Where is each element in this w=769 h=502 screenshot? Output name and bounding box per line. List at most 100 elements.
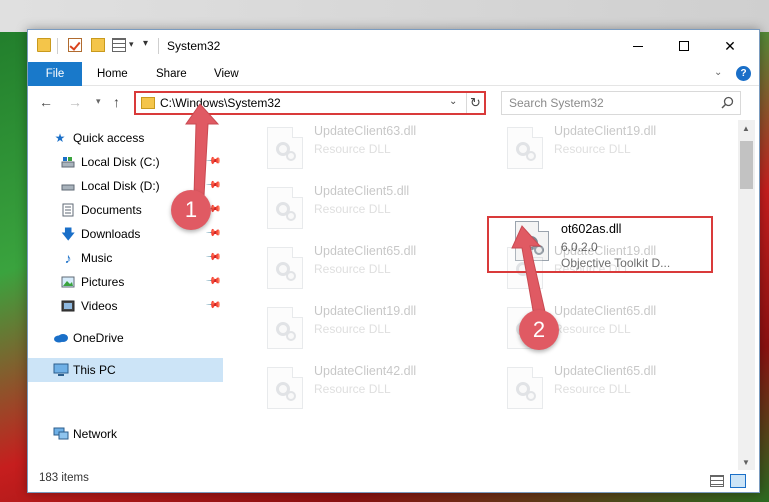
pin-icon[interactable]: 📌: [205, 249, 222, 266]
videos-icon: [61, 299, 75, 313]
large-icons-view-icon[interactable]: [730, 474, 746, 488]
refresh-icon[interactable]: ↻: [466, 93, 484, 113]
sidebar-item-label: This PC: [73, 363, 116, 377]
search-icon[interactable]: [721, 96, 734, 109]
forward-arrow-icon[interactable]: →: [68, 94, 82, 110]
file-name: UpdateClient65.dll: [554, 364, 657, 378]
divider: [57, 38, 58, 54]
selected-file-highlight: [487, 216, 713, 273]
expand-ribbon-icon[interactable]: ⌄: [714, 67, 722, 78]
file-item[interactable]: UpdateClient65.dll Resource DLL: [249, 240, 479, 296]
sidebar-item-label: Quick access: [73, 131, 145, 145]
search-input[interactable]: Search System32: [501, 91, 741, 115]
minimize-icon: [633, 45, 643, 47]
sidebar-item-label: Videos: [81, 299, 118, 313]
properties-check-icon[interactable]: [68, 38, 82, 52]
sidebar-item-pictures[interactable]: Pictures 📌: [28, 270, 223, 294]
sidebar-item-local-disk-c[interactable]: Local Disk (C:) 📌: [28, 150, 223, 174]
file-name: UpdateClient42.dll: [314, 364, 417, 378]
pin-icon[interactable]: 📌: [205, 177, 222, 194]
sidebar-item-music[interactable]: ♪ Music 📌: [28, 246, 223, 270]
back-arrow-icon[interactable]: ←: [39, 94, 53, 110]
step-callout-1: 1: [171, 190, 211, 230]
pin-icon[interactable]: 📌: [205, 225, 222, 242]
details-view-icon[interactable]: [710, 475, 724, 487]
status-bar: 183 items: [28, 470, 759, 492]
file-name: UpdateClient65.dll: [554, 304, 657, 318]
file-name: UpdateClient19.dll: [314, 304, 417, 318]
file-item[interactable]: UpdateClient19.dll Resource DLL: [489, 120, 719, 176]
dll-file-icon: [267, 247, 303, 289]
recent-locations-icon[interactable]: ▾: [96, 96, 101, 107]
new-folder-icon[interactable]: [91, 38, 105, 52]
file-description: Resource DLL: [314, 142, 391, 156]
sidebar-item-network[interactable]: Network: [28, 422, 223, 446]
dll-file-icon: [267, 127, 303, 169]
up-arrow-icon[interactable]: ↑: [113, 94, 120, 110]
pin-icon[interactable]: 📌: [205, 297, 222, 314]
chevron-down-icon[interactable]: ⌄: [449, 96, 457, 107]
file-explorer-window: ▾ ▾ System32 ✕ File Home Share View ⌄ ? …: [27, 29, 760, 493]
close-button[interactable]: ✕: [707, 30, 753, 62]
file-description: Resource DLL: [314, 202, 391, 216]
music-icon: ♪: [64, 250, 72, 266]
rename-icon[interactable]: [112, 38, 126, 52]
dll-file-icon: [507, 367, 543, 409]
sidebar-item-label: Local Disk (D:): [81, 179, 160, 193]
file-name: UpdateClient63.dll: [314, 124, 417, 138]
minimize-button[interactable]: [615, 30, 661, 62]
pin-icon[interactable]: 📌: [205, 273, 222, 290]
file-item[interactable]: UpdateClient65.dll Resource DLL: [489, 360, 719, 416]
file-view: UpdateClient63.dll Resource DLL UpdateCl…: [249, 120, 739, 470]
maximize-icon: [679, 41, 689, 51]
sidebar-item-label: Music: [81, 251, 113, 265]
file-description: Resource DLL: [554, 322, 631, 336]
file-description: Resource DLL: [554, 142, 631, 156]
chevron-down-icon[interactable]: ▾: [129, 39, 134, 50]
dll-file-icon: [267, 307, 303, 349]
file-description: Resource DLL: [314, 382, 391, 396]
file-description: Resource DLL: [314, 262, 391, 276]
sidebar-item-label: OneDrive: [73, 331, 124, 345]
sidebar-item-this-pc[interactable]: This PC: [28, 358, 223, 382]
file-item[interactable]: UpdateClient42.dll Resource DLL: [249, 360, 479, 416]
tab-home[interactable]: Home: [97, 62, 128, 86]
star-icon: ★: [54, 131, 66, 145]
window-title: System32: [167, 39, 221, 53]
address-bar[interactable]: C:\Windows\System32 ⌄ ↻: [134, 91, 486, 115]
sidebar-item-videos[interactable]: Videos 📌: [28, 294, 223, 318]
pictures-icon: [61, 275, 75, 289]
file-name: UpdateClient5.dll: [314, 184, 410, 198]
sidebar-item-quick-access[interactable]: ★ Quick access: [28, 126, 223, 150]
sidebar-item-label: Network: [73, 427, 118, 441]
maximize-button[interactable]: [661, 30, 707, 62]
drive-icon: [61, 155, 75, 169]
title-bar: ▾ ▾ System32 ✕: [28, 30, 759, 62]
file-description: Resource DLL: [554, 382, 631, 396]
tab-share[interactable]: Share: [156, 62, 187, 86]
scroll-down-icon[interactable]: ▼: [742, 458, 750, 467]
dll-file-icon: [267, 187, 303, 229]
step-callout-2: 2: [519, 310, 559, 350]
network-icon: [53, 427, 69, 441]
address-path[interactable]: C:\Windows\System32: [160, 96, 281, 110]
sidebar-item-label: Downloads: [81, 227, 141, 241]
vertical-scrollbar[interactable]: ▲ ▼: [738, 120, 755, 470]
ribbon-tabs: File Home Share View ⌄ ?: [28, 62, 759, 86]
file-item[interactable]: UpdateClient19.dll Resource DLL: [249, 300, 479, 356]
pin-icon[interactable]: 📌: [205, 153, 222, 170]
cloud-icon: [53, 331, 68, 345]
tab-view[interactable]: View: [214, 62, 239, 86]
folder-icon: [37, 38, 51, 52]
tab-file[interactable]: File: [28, 62, 82, 86]
download-icon: 🡇: [61, 226, 76, 242]
help-icon[interactable]: ?: [736, 66, 751, 81]
scroll-thumb[interactable]: [740, 141, 753, 189]
scroll-up-icon[interactable]: ▲: [742, 124, 750, 133]
file-item[interactable]: UpdateClient63.dll Resource DLL: [249, 120, 479, 176]
file-item[interactable]: UpdateClient5.dll Resource DLL: [249, 180, 479, 236]
customize-toolbar-icon[interactable]: ▾: [143, 38, 148, 49]
folder-icon: [141, 97, 155, 109]
sidebar-item-onedrive[interactable]: OneDrive: [28, 326, 223, 350]
pc-icon: [53, 363, 69, 377]
